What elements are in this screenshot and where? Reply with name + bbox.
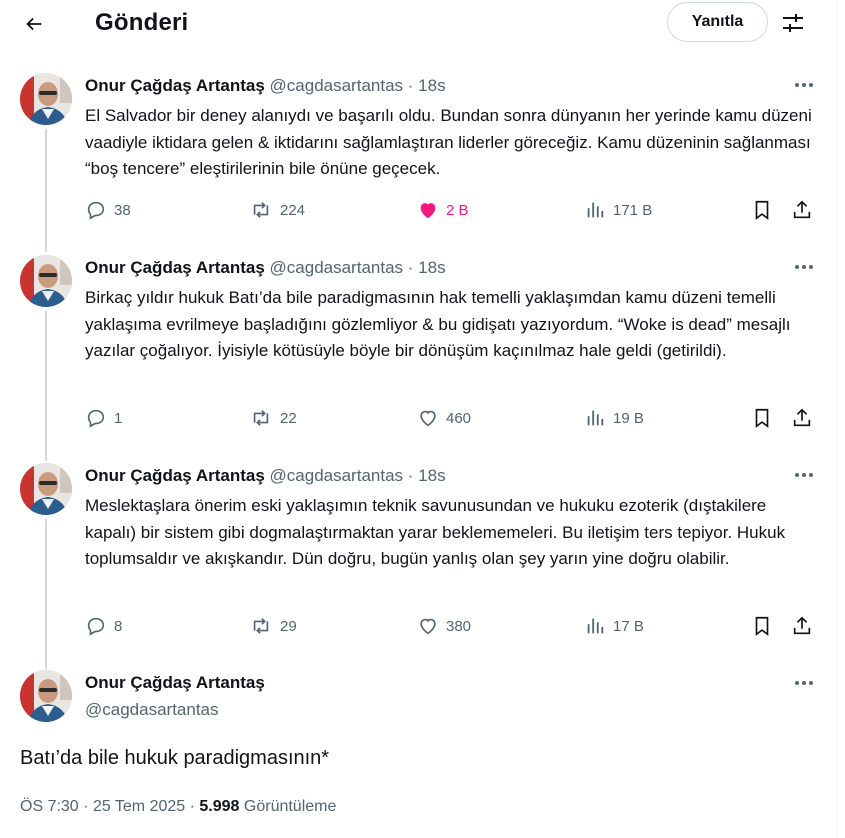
tweet-meta: ÖS 7:30 · 25 Tem 2025 · 5.998 Görüntülem… <box>20 798 336 816</box>
column-border <box>836 0 837 838</box>
meta-separator: · <box>83 798 93 815</box>
tweet-date[interactable]: 25 Tem 2025 <box>93 798 185 815</box>
tweet-time[interactable]: ÖS 7:30 <box>20 798 79 815</box>
view-label: Görüntüleme <box>243 798 337 815</box>
view-count: 5.998 <box>199 798 240 815</box>
more-options-button[interactable] <box>790 673 818 693</box>
author-name[interactable]: Onur Çağdaş Artantaş <box>85 673 265 693</box>
tweet-text: Batı’da bile hukuk paradigmasının* <box>20 747 330 769</box>
author-handle[interactable]: @cagdasartantas <box>85 700 219 720</box>
profile-photo <box>20 670 72 722</box>
more-icon <box>795 681 813 685</box>
focal-tweet: Onur Çağdaş Artantaş @cagdasartantas Bat… <box>0 0 836 838</box>
avatar[interactable] <box>20 670 72 722</box>
meta-separator: · <box>189 798 200 815</box>
